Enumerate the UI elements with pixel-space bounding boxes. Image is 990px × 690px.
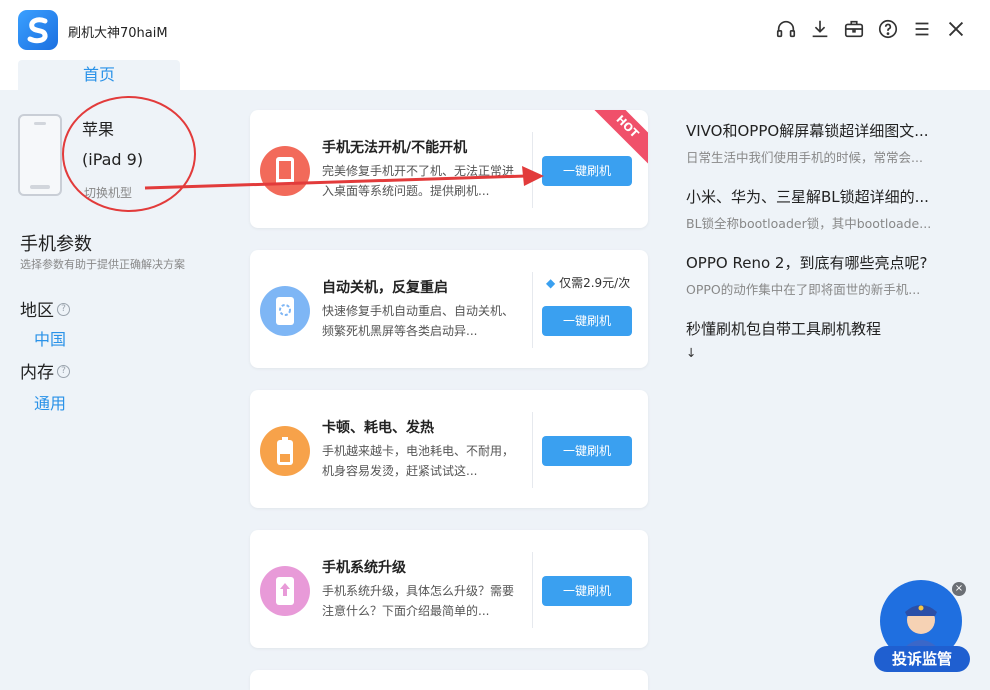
card-title: 手机无法开机/不能开机 [322, 140, 468, 156]
card-desc: 快速修复手机自动重启、自动关机、频繁死机黑屏等各类启动异... [322, 304, 515, 338]
divider [532, 132, 533, 208]
price-text: 仅需2.9元/次 [559, 276, 631, 290]
params-subtitle: 选择参数有助于提供正确解决方案 [20, 258, 185, 271]
memory-label: 内存? [20, 358, 70, 383]
article-title[interactable]: 秒懂刷机包自带工具刷机教程 [686, 318, 952, 339]
article-item[interactable]: 小米、华为、三星解BL锁超详细的... BL锁全称bootloader锁，其中b… [686, 186, 966, 232]
one-click-flash-button[interactable]: 一键刷机 [542, 576, 632, 606]
divider [532, 552, 533, 628]
complaint-badge[interactable]: 投诉监管 × [874, 580, 970, 676]
card-desc: 手机系统升级，具体怎么升级？需要注意什么？下面介绍最简单的... [322, 584, 515, 618]
annotation-circle [62, 96, 196, 212]
article-list: VIVO和OPPO解屏幕锁超详细图文... 日常生活中我们使用手机的时候，常常会… [686, 120, 966, 380]
upgrade-icon [260, 566, 310, 616]
menu-icon[interactable] [910, 17, 934, 41]
card-title: 卡顿、耗电、发热 [322, 420, 434, 436]
article-title[interactable]: OPPO Reno 2，到底有哪些亮点呢? [686, 252, 952, 273]
article-item[interactable]: VIVO和OPPO解屏幕锁超详细图文... 日常生活中我们使用手机的时候，常常会… [686, 120, 966, 166]
region-label: 地区? [20, 296, 70, 321]
card-desc: 手机越来越卡，电池耗电、不耐用，机身容易发烫，赶紧试试这... [322, 444, 515, 478]
main-area: 苹果 (iPad 9) 切换机型 手机参数 选择参数有助于提供正确解决方案 地区… [0, 90, 990, 690]
params-title: 手机参数 [20, 234, 92, 255]
loading-phone-icon [260, 286, 310, 336]
article-item[interactable]: 秒懂刷机包自带工具刷机教程 ↓ [686, 318, 966, 360]
article-desc: OPPO的动作集中在了即将面世的新手机... [686, 282, 921, 297]
headset-icon[interactable] [774, 17, 798, 41]
region-value[interactable]: 中国 [34, 326, 66, 350]
card-title: 手机系统升级 [322, 560, 406, 576]
battery-icon [260, 426, 310, 476]
divider [532, 272, 533, 348]
device-panel: 苹果 (iPad 9) 切换机型 手机参数 选择参数有助于提供正确解决方案 地区… [0, 90, 230, 690]
article-title[interactable]: 小米、华为、三星解BL锁超详细的... [686, 186, 952, 207]
article-desc: 日常生活中我们使用手机的时候，常常会... [686, 150, 923, 165]
app-title: 刷机大神70haiM [68, 26, 168, 41]
service-card: HOT 手机无法开机/不能开机 完美修复手机开不了机、无法正常进入桌面等系统问题… [250, 110, 648, 228]
service-card: 卡顿、耗电、发热 手机越来越卡，电池耗电、不耐用，机身容易发烫，赶紧试试这...… [250, 390, 648, 508]
divider [532, 412, 533, 488]
card-title: 自动关机，反复重启 [322, 280, 448, 296]
tab-home[interactable]: 首页 [18, 60, 180, 90]
article-item[interactable]: OPPO Reno 2，到底有哪些亮点呢? OPPO的动作集中在了即将面世的新手… [686, 252, 966, 298]
phone-image-icon [18, 114, 62, 196]
help-icon[interactable]: ? [57, 365, 70, 378]
article-desc: BL锁全称bootloader锁，其中bootloade... [686, 216, 932, 231]
toolbox-icon[interactable] [842, 17, 866, 41]
article-title[interactable]: VIVO和OPPO解屏幕锁超详细图文... [686, 120, 952, 141]
app-logo-icon [18, 10, 58, 50]
close-icon[interactable] [944, 17, 968, 41]
price-label: ◆ 仅需2.9元/次 [546, 274, 630, 291]
close-icon[interactable]: × [952, 582, 966, 596]
help-icon[interactable]: ? [57, 303, 70, 316]
one-click-flash-button[interactable]: 一键刷机 [542, 306, 632, 336]
service-card-partial [250, 670, 648, 690]
one-click-flash-button[interactable]: 一键刷机 [542, 436, 632, 466]
help-icon[interactable] [876, 17, 900, 41]
service-card: 自动关机，反复重启 快速修复手机自动重启、自动关机、频繁死机黑屏等各类启动异..… [250, 250, 648, 368]
complaint-label[interactable]: 投诉监管 [874, 646, 970, 672]
window-controls [774, 17, 968, 41]
article-desc: ↓ [686, 345, 697, 360]
memory-value[interactable]: 通用 [34, 390, 66, 414]
diamond-icon: ◆ [546, 276, 556, 290]
phone-icon [260, 146, 310, 196]
memory-label-text: 内存 [20, 363, 54, 383]
download-icon[interactable] [808, 17, 832, 41]
region-label-text: 地区 [20, 301, 54, 321]
title-bar: 刷机大神70haiM [0, 0, 990, 60]
tab-bar: 首页 [0, 60, 990, 90]
one-click-flash-button[interactable]: 一键刷机 [542, 156, 632, 186]
card-desc: 完美修复手机开不了机、无法正常进入桌面等系统问题。提供刷机... [322, 164, 515, 198]
service-card: 手机系统升级 手机系统升级，具体怎么升级？需要注意什么？下面介绍最简单的... … [250, 530, 648, 648]
